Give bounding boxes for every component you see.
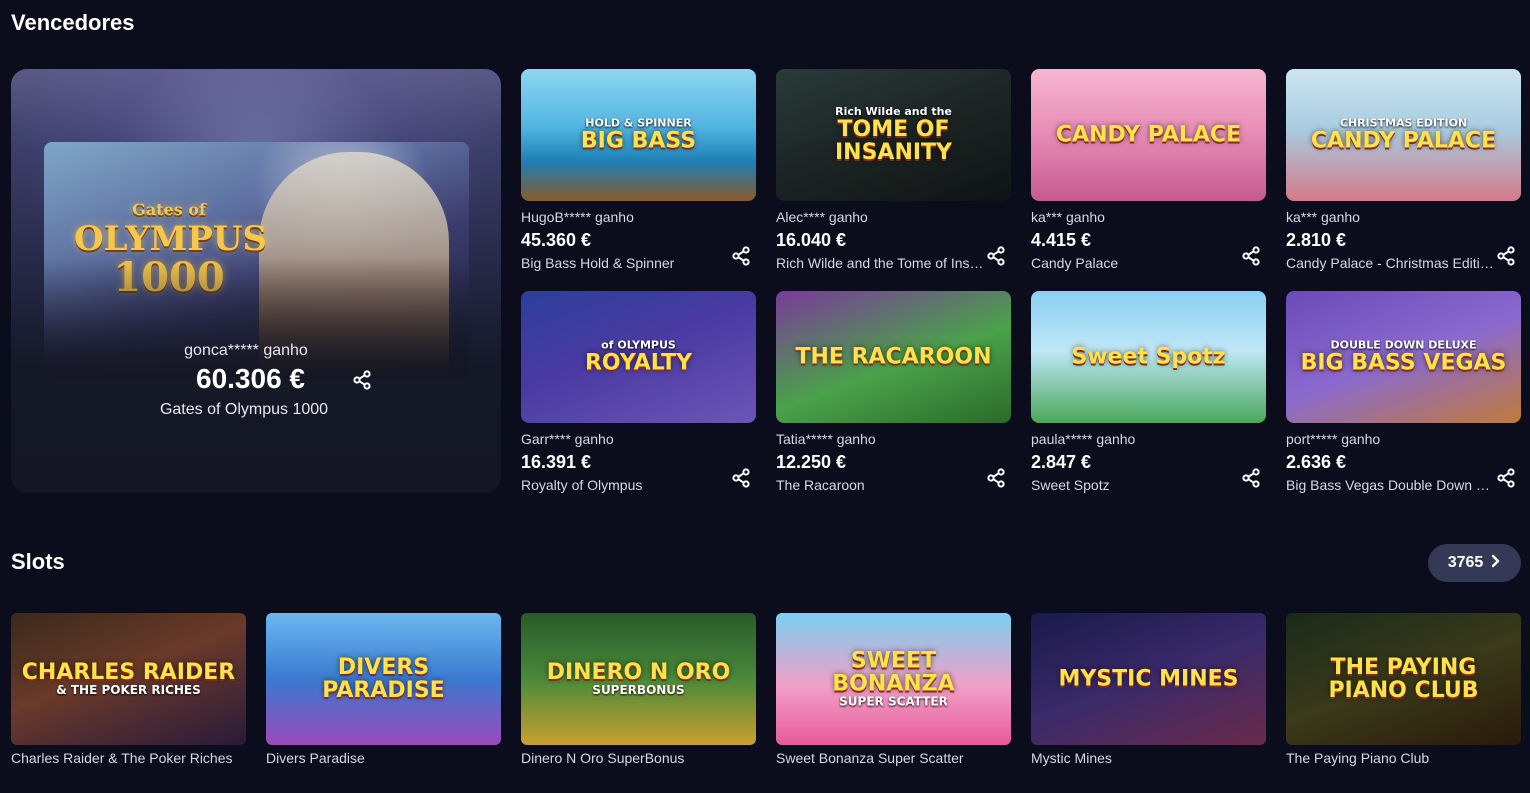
winner-card[interactable]: CHRISTMAS EDITION CANDY PALACE ka*** ganho…: [1286, 69, 1521, 274]
winner-game-name[interactable]: Big Bass Hold & Spinner: [521, 255, 729, 271]
featured-amount: 60.306 €: [196, 363, 305, 394]
winner-game-logo: Sweet Spotz: [1071, 344, 1226, 370]
winner-game-name[interactable]: Royalty of Olympus: [521, 477, 729, 493]
slot-game-logo: DIVERS PARADISE: [322, 654, 445, 703]
slot-game-name[interactable]: Sweet Bonanza Super Scatter: [776, 750, 964, 766]
slot-game-logo: THE PAYING PIANO CLUB: [1328, 654, 1479, 703]
share-icon[interactable]: [985, 245, 1007, 267]
featured-image-shade: [44, 258, 469, 378]
slot-card[interactable]: MYSTIC MINES Mystic Mines: [1031, 613, 1266, 768]
slot-game-image[interactable]: DINERO N ORO SUPERBONUS: [521, 613, 756, 745]
slot-game-name[interactable]: The Paying Piano Club: [1286, 750, 1429, 766]
winner-game-image[interactable]: Sweet Spotz: [1031, 291, 1266, 423]
slot-card[interactable]: DINERO N ORO SUPERBONUS Dinero N Oro Super…: [521, 613, 756, 768]
chevron-right-icon: [1491, 554, 1501, 573]
winner-game-logo: Rich Wilde and the TOME OF INSANITY: [834, 105, 952, 165]
slot-game-name[interactable]: Charles Raider & The Poker Riches: [11, 750, 233, 766]
winner-amount: 12.250 €: [776, 452, 847, 472]
winner-game-name[interactable]: The Racaroon: [776, 477, 984, 493]
winner-game-logo: HOLD & SPINNER BIG BASS: [580, 116, 697, 154]
slot-game-image[interactable]: MYSTIC MINES: [1031, 613, 1266, 745]
winner-card[interactable]: Rich Wilde and the TOME OF INSANITY Alec**…: [776, 69, 1011, 274]
slot-game-logo: SWEET BONANZA SUPER SCATTER: [832, 648, 955, 709]
share-icon[interactable]: [985, 467, 1007, 489]
slots-count-button[interactable]: 3765: [1428, 544, 1521, 582]
winner-amount: 4.415 €: [1031, 230, 1092, 250]
slot-game-image[interactable]: SWEET BONANZA SUPER SCATTER: [776, 613, 1011, 745]
slot-card[interactable]: SWEET BONANZA SUPER SCATTER Sweet Bonanza …: [776, 613, 1011, 768]
winner-game-name[interactable]: Candy Palace - Christmas Edition: [1286, 255, 1494, 271]
winner-card[interactable]: DOUBLE DOWN DELUXE BIG BASS VEGAS port****…: [1286, 291, 1521, 496]
winner-game-image[interactable]: of OLYMPUS ROYALTY: [521, 291, 756, 423]
share-icon[interactable]: [730, 245, 752, 267]
winner-player: ka*** ganho: [1286, 209, 1360, 225]
share-icon[interactable]: [351, 369, 373, 391]
winner-amount: 2.810 €: [1286, 230, 1347, 250]
slot-card[interactable]: DIVERS PARADISE Divers Paradise: [266, 613, 501, 768]
slot-game-name[interactable]: Divers Paradise: [266, 750, 365, 766]
winner-player: paula***** ganho: [1031, 431, 1136, 447]
winner-game-image[interactable]: CHRISTMAS EDITION CANDY PALACE: [1286, 69, 1521, 201]
featured-player: gonca***** ganho: [184, 342, 308, 359]
winners-section-title: Vencedores: [11, 10, 135, 35]
winner-amount: 2.636 €: [1286, 452, 1347, 472]
winner-game-image[interactable]: CANDY PALACE: [1031, 69, 1266, 201]
share-icon[interactable]: [1495, 245, 1517, 267]
share-icon[interactable]: [1240, 245, 1262, 267]
winner-game-name[interactable]: Big Bass Vegas Double Down Deluxe: [1286, 477, 1494, 493]
winner-card[interactable]: THE RACAROON Tatia***** ganho 12.250 € The …: [776, 291, 1011, 496]
slot-game-logo: DINERO N ORO SUPERBONUS: [546, 660, 731, 698]
winner-game-image[interactable]: HOLD & SPINNER BIG BASS: [521, 69, 756, 201]
winner-game-logo: DOUBLE DOWN DELUXE BIG BASS VEGAS: [1300, 338, 1507, 376]
winner-game-logo: of OLYMPUS ROYALTY: [584, 338, 693, 376]
winner-game-image[interactable]: THE RACAROON: [776, 291, 1011, 423]
slots-count: 3765: [1447, 554, 1484, 571]
winner-player: Tatia***** ganho: [776, 431, 876, 447]
winner-game-name[interactable]: Rich Wilde and the Tome of Insanity: [776, 255, 984, 271]
slots-section-title: Slots: [11, 549, 65, 574]
slot-game-name[interactable]: Dinero N Oro SuperBonus: [521, 750, 684, 766]
winner-amount: 16.040 €: [776, 230, 847, 250]
winner-amount: 16.391 €: [521, 452, 592, 472]
winner-player: port***** ganho: [1286, 431, 1381, 447]
winner-player: Alec**** ganho: [776, 209, 868, 225]
share-icon[interactable]: [1240, 467, 1262, 489]
slot-game-logo: MYSTIC MINES: [1058, 666, 1239, 692]
winner-game-name[interactable]: Sweet Spotz: [1031, 477, 1239, 493]
slot-game-name[interactable]: Mystic Mines: [1031, 750, 1112, 766]
winner-card[interactable]: CANDY PALACE ka*** ganho 4.415 € Candy Pala…: [1031, 69, 1266, 274]
featured-winner-card[interactable]: Gates of OLYMPUS 1000 gonca***** ganho 6…: [11, 69, 501, 493]
winner-card[interactable]: Sweet Spotz paula***** ganho 2.847 € Sweet …: [1031, 291, 1266, 496]
winner-card[interactable]: HOLD & SPINNER BIG BASS HugoB***** ganho 45…: [521, 69, 756, 274]
winner-player: ka*** ganho: [1031, 209, 1105, 225]
winner-game-logo: CANDY PALACE: [1055, 122, 1242, 148]
winner-game-image[interactable]: DOUBLE DOWN DELUXE BIG BASS VEGAS: [1286, 291, 1521, 423]
winner-game-name[interactable]: Candy Palace: [1031, 255, 1239, 271]
share-icon[interactable]: [1495, 467, 1517, 489]
winner-game-image[interactable]: Rich Wilde and the TOME OF INSANITY: [776, 69, 1011, 201]
slot-card[interactable]: CHARLES RAIDER & THE POKER RICHES Charles …: [11, 613, 246, 768]
winner-player: Garr**** ganho: [521, 431, 614, 447]
winner-amount: 45.360 €: [521, 230, 592, 250]
winner-game-logo: CHRISTMAS EDITION CANDY PALACE: [1310, 116, 1497, 154]
slot-game-image[interactable]: DIVERS PARADISE: [266, 613, 501, 745]
slot-game-image[interactable]: THE PAYING PIANO CLUB: [1286, 613, 1521, 745]
winner-player: HugoB***** ganho: [521, 209, 634, 225]
slot-game-logo: CHARLES RAIDER & THE POKER RICHES: [21, 660, 236, 698]
winner-game-logo: THE RACAROON: [795, 344, 992, 370]
share-icon[interactable]: [730, 467, 752, 489]
slot-game-image[interactable]: CHARLES RAIDER & THE POKER RICHES: [11, 613, 246, 745]
featured-game-name[interactable]: Gates of Olympus 1000: [11, 401, 501, 419]
winner-card[interactable]: of OLYMPUS ROYALTY Garr**** ganho 16.391 € R…: [521, 291, 756, 496]
slot-card[interactable]: THE PAYING PIANO CLUB The Paying Piano Cl…: [1286, 613, 1521, 768]
winner-amount: 2.847 €: [1031, 452, 1092, 472]
